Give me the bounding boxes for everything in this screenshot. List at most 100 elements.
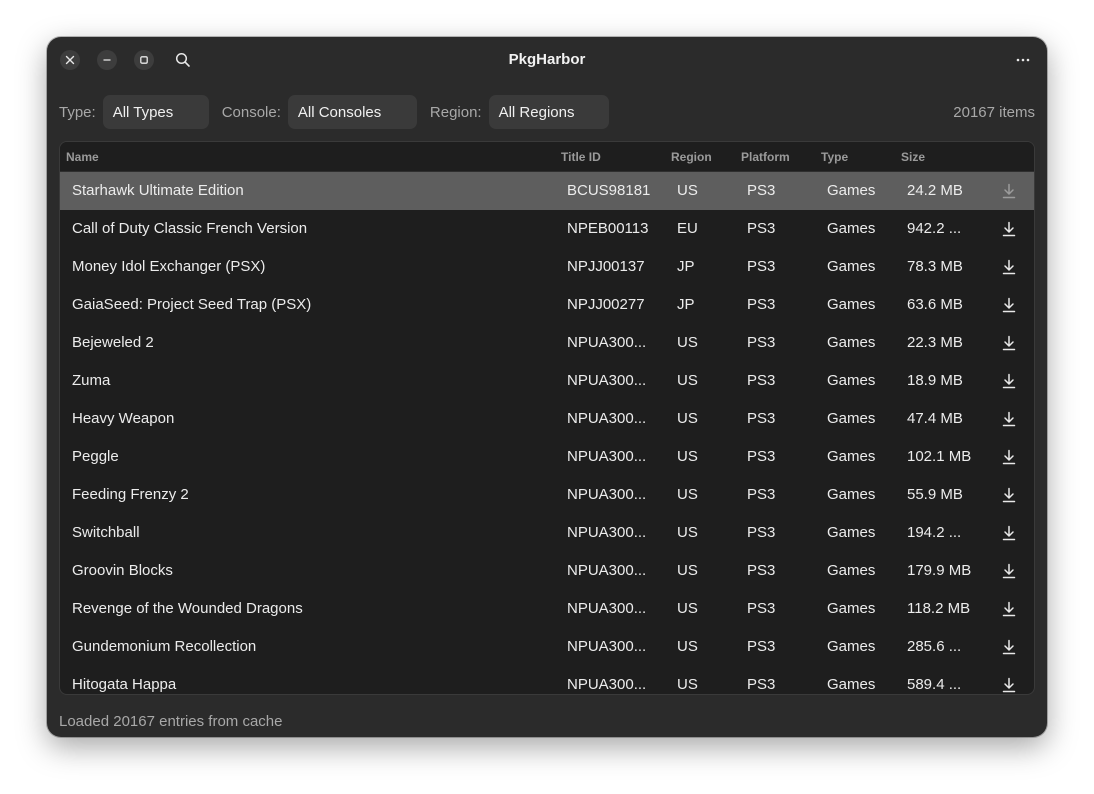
close-icon <box>65 55 75 65</box>
table-row[interactable]: Hitogata Happa NPUA300... US PS3 Games 5… <box>60 666 1034 694</box>
cell-title-id: NPUA300... <box>567 638 647 655</box>
table-row[interactable]: Switchball NPUA300... US PS3 Games 194.2… <box>60 514 1034 552</box>
download-button[interactable] <box>1000 600 1018 618</box>
cell-name: Revenge of the Wounded Dragons <box>72 600 303 617</box>
cell-region: US <box>677 524 698 541</box>
table-row[interactable]: Feeding Frenzy 2 NPUA300... US PS3 Games… <box>60 476 1034 514</box>
table-row[interactable]: Bejeweled 2 NPUA300... US PS3 Games 22.3… <box>60 324 1034 362</box>
cell-size: 194.2 ... <box>907 524 962 541</box>
cell-platform: PS3 <box>747 524 776 541</box>
table-row[interactable]: Groovin Blocks NPUA300... US PS3 Games 1… <box>60 552 1034 590</box>
cell-type: Games <box>827 600 876 617</box>
close-button[interactable] <box>60 50 80 70</box>
window-title: PkgHarbor <box>508 51 586 68</box>
type-filter-dropdown[interactable]: All Types <box>102 95 209 129</box>
download-icon <box>1002 335 1016 351</box>
cell-type: Games <box>827 182 876 199</box>
cell-title-id: NPUA300... <box>567 448 647 465</box>
cell-platform: PS3 <box>747 220 776 237</box>
download-button[interactable] <box>1000 524 1018 542</box>
column-header-name[interactable]: Name <box>66 150 99 164</box>
cell-platform: PS3 <box>747 182 776 199</box>
download-icon <box>1002 373 1016 389</box>
column-header-type[interactable]: Type <box>821 150 848 164</box>
cell-platform: PS3 <box>747 258 776 275</box>
cell-size: 589.4 ... <box>907 676 962 693</box>
column-header-size[interactable]: Size <box>901 150 925 164</box>
download-button[interactable] <box>1000 220 1018 238</box>
cell-platform: PS3 <box>747 638 776 655</box>
cell-name: Hitogata Happa <box>72 676 177 693</box>
more-icon <box>1016 58 1030 62</box>
minimize-button[interactable] <box>97 50 117 70</box>
menu-button[interactable] <box>1011 48 1035 72</box>
table-row[interactable]: Money Idol Exchanger (PSX) NPJJ00137 JP … <box>60 248 1034 286</box>
download-icon <box>1002 183 1016 199</box>
table-row[interactable]: Call of Duty Classic French Version NPEB… <box>60 210 1034 248</box>
cell-title-id: NPUA300... <box>567 372 647 389</box>
table-row[interactable]: Peggle NPUA300... US PS3 Games 102.1 MB <box>60 438 1034 476</box>
cell-title-id: NPUA300... <box>567 676 647 693</box>
download-button[interactable] <box>1000 334 1018 352</box>
table-row[interactable]: Gundemonium Recollection NPUA300... US P… <box>60 628 1034 666</box>
download-button[interactable] <box>1000 182 1018 200</box>
download-button[interactable] <box>1000 296 1018 314</box>
download-icon <box>1002 297 1016 313</box>
download-icon <box>1002 639 1016 655</box>
cell-size: 78.3 MB <box>907 258 963 275</box>
table-row[interactable]: Heavy Weapon NPUA300... US PS3 Games 47.… <box>60 400 1034 438</box>
cell-type: Games <box>827 220 876 237</box>
table-row[interactable]: GaiaSeed: Project Seed Trap (PSX) NPJJ00… <box>60 286 1034 324</box>
cell-title-id: NPUA300... <box>567 486 647 503</box>
download-button[interactable] <box>1000 448 1018 466</box>
region-filter-dropdown[interactable]: All Regions <box>488 95 609 129</box>
column-header-platform[interactable]: Platform <box>741 150 790 164</box>
cell-type: Games <box>827 448 876 465</box>
cell-region: EU <box>677 220 698 237</box>
download-button[interactable] <box>1000 486 1018 504</box>
header-bar: PkgHarbor <box>47 37 1047 83</box>
app-window: PkgHarbor Type: All Types Console: All C… <box>47 37 1047 737</box>
cell-name: Peggle <box>72 448 119 465</box>
download-button[interactable] <box>1000 676 1018 694</box>
cell-name: Feeding Frenzy 2 <box>72 486 189 503</box>
cell-name: Zuma <box>72 372 111 389</box>
cell-type: Games <box>827 562 876 579</box>
cell-name: Starhawk Ultimate Edition <box>72 182 244 199</box>
cell-type: Games <box>827 258 876 275</box>
download-button[interactable] <box>1000 372 1018 390</box>
download-button[interactable] <box>1000 258 1018 276</box>
cell-size: 179.9 MB <box>907 562 972 579</box>
download-button[interactable] <box>1000 410 1018 428</box>
table-row[interactable]: Starhawk Ultimate Edition BCUS98181 US P… <box>60 172 1034 210</box>
cell-name: Call of Duty Classic French Version <box>72 220 308 237</box>
search-button[interactable] <box>171 48 195 72</box>
table-row[interactable]: Zuma NPUA300... US PS3 Games 18.9 MB <box>60 362 1034 400</box>
cell-size: 55.9 MB <box>907 486 963 503</box>
cell-type: Games <box>827 486 876 503</box>
region-filter-label: Region: <box>429 103 482 121</box>
cell-region: US <box>677 676 698 693</box>
table-row[interactable]: Revenge of the Wounded Dragons NPUA300..… <box>60 590 1034 628</box>
download-button[interactable] <box>1000 562 1018 580</box>
cell-size: 22.3 MB <box>907 334 963 351</box>
column-header-region[interactable]: Region <box>671 150 712 164</box>
console-filter-dropdown[interactable]: All Consoles <box>287 95 417 129</box>
column-header-title-id[interactable]: Title ID <box>561 150 601 164</box>
cell-region: US <box>677 638 698 655</box>
maximize-icon <box>140 56 148 64</box>
cell-platform: PS3 <box>747 410 776 427</box>
cell-platform: PS3 <box>747 676 776 693</box>
cell-region: US <box>677 410 698 427</box>
cell-title-id: NPJJ00137 <box>567 258 645 275</box>
type-filter-label: Type: <box>59 103 96 121</box>
cell-size: 24.2 MB <box>907 182 963 199</box>
maximize-button[interactable] <box>134 50 154 70</box>
cell-type: Games <box>827 334 876 351</box>
cell-size: 285.6 ... <box>907 638 962 655</box>
cell-region: US <box>677 562 698 579</box>
download-button[interactable] <box>1000 638 1018 656</box>
cell-name: Gundemonium Recollection <box>72 638 257 655</box>
cell-title-id: NPJJ00277 <box>567 296 645 313</box>
cell-size: 63.6 MB <box>907 296 963 313</box>
